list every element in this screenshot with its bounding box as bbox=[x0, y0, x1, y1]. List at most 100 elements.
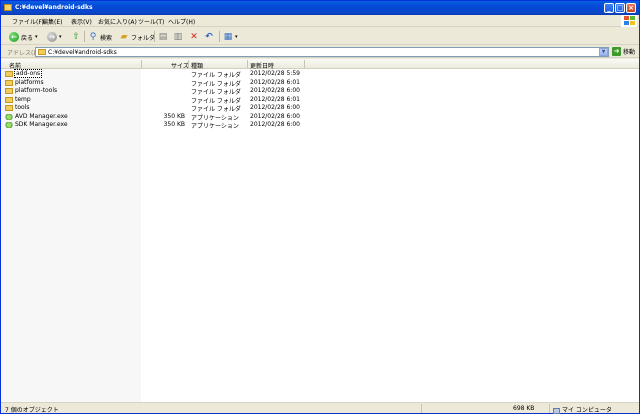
views-icon: ▦ bbox=[223, 32, 233, 42]
column-header: 名前 サイズ 種類 更新日時 bbox=[1, 59, 639, 70]
column-divider[interactable] bbox=[188, 60, 189, 68]
chevron-down-icon: ▾ bbox=[35, 34, 38, 40]
folder-icon bbox=[5, 71, 13, 77]
menu-edit[interactable]: 編集(E) bbox=[42, 17, 62, 26]
forward-button[interactable]: → ▾ bbox=[47, 31, 62, 43]
file-date: 2012/02/28 6:00 bbox=[250, 121, 300, 128]
column-name[interactable]: 名前 bbox=[9, 61, 21, 70]
file-row-tools[interactable]: tools ファイル フォルダ 2012/02/28 6:00 bbox=[1, 104, 311, 113]
file-date: 2012/02/28 6:01 bbox=[250, 95, 300, 103]
search-button[interactable]: ⚲ 検索 bbox=[88, 31, 112, 43]
folder-icon bbox=[5, 88, 13, 94]
copy-to-button[interactable]: ▥ bbox=[173, 31, 183, 43]
search-label: 検索 bbox=[100, 34, 113, 42]
menu-file[interactable]: ファイル(F) bbox=[12, 17, 44, 26]
status-divider bbox=[549, 404, 550, 413]
menu-favorites[interactable]: お気に入り(A) bbox=[98, 17, 137, 26]
file-date: 2012/02/28 6:00 bbox=[250, 87, 300, 94]
column-divider[interactable] bbox=[304, 60, 305, 68]
status-divider bbox=[421, 404, 422, 413]
go-button[interactable]: ➜ 移動 bbox=[612, 47, 635, 56]
undo-button[interactable]: ↶ bbox=[204, 31, 214, 43]
folder-icon bbox=[38, 49, 46, 55]
status-size: 698 KB bbox=[513, 405, 535, 412]
address-input[interactable]: C:¥devel¥android-sdks bbox=[35, 47, 609, 57]
back-arrow-icon: ← bbox=[9, 32, 19, 42]
file-list[interactable]: 名前 サイズ 種類 更新日時 add-ons ファイル フォルダ 2012/02… bbox=[1, 59, 639, 402]
forward-arrow-icon: → bbox=[47, 32, 57, 42]
file-size: 350 KB bbox=[163, 121, 185, 128]
explorer-window: C:¥devel¥android-sdks _ □ × ファイル(F) 編集(E… bbox=[0, 0, 640, 414]
column-divider[interactable] bbox=[141, 60, 142, 68]
status-bar: 7 個のオブジェクト 698 KB マイ コンピュータ bbox=[1, 402, 639, 414]
go-label: 移動 bbox=[623, 49, 636, 56]
status-location: マイ コンピュータ bbox=[553, 405, 612, 414]
move-to-button[interactable]: ▤ bbox=[158, 31, 168, 43]
folder-icon bbox=[4, 4, 12, 11]
file-type: アプリケーション bbox=[191, 123, 239, 130]
up-folder-icon: ⇧ bbox=[72, 32, 80, 42]
my-computer-icon bbox=[553, 407, 560, 414]
back-button[interactable]: ← 戻る ▾ bbox=[9, 31, 38, 43]
column-divider[interactable] bbox=[247, 60, 248, 68]
toolbar-separator bbox=[219, 31, 220, 42]
file-name: tools bbox=[15, 104, 30, 111]
file-row-temp[interactable]: temp ファイル フォルダ 2012/02/28 6:01 bbox=[1, 95, 311, 105]
file-date: 2012/02/28 6:00 bbox=[250, 112, 300, 120]
status-object-count: 7 個のオブジェクト bbox=[5, 407, 59, 414]
menu-help[interactable]: ヘルプ(H) bbox=[168, 17, 195, 26]
android-exe-icon bbox=[5, 122, 13, 128]
chevron-down-icon: ▾ bbox=[59, 34, 62, 40]
column-type[interactable]: 種類 bbox=[191, 61, 203, 70]
android-exe-icon bbox=[5, 113, 13, 120]
undo-icon: ↶ bbox=[205, 32, 213, 42]
menu-view[interactable]: 表示(V) bbox=[71, 17, 92, 26]
folder-icon bbox=[5, 79, 13, 86]
windows-logo-icon bbox=[621, 15, 637, 27]
toolbar-separator bbox=[154, 31, 155, 42]
back-label: 戻る bbox=[21, 34, 34, 42]
delete-button[interactable]: ✕ bbox=[189, 31, 199, 43]
address-bar: アドレス(D) C:¥devel¥android-sdks bbox=[1, 46, 639, 58]
file-row-platforms[interactable]: platforms ファイル フォルダ 2012/02/28 6:01 bbox=[1, 78, 311, 88]
folders-button[interactable]: ▰ フォルダ bbox=[119, 31, 155, 43]
address-path: C:¥devel¥android-sdks bbox=[48, 49, 117, 56]
standard-toolbar: ← 戻る ▾ → ▾ ⇧ ⚲ 検索 ▰ フォルダ ▤ ▥ ✕ ↶ ▦ ▾ bbox=[1, 28, 639, 45]
maximize-button[interactable]: □ bbox=[615, 3, 625, 13]
views-button[interactable]: ▦ ▾ bbox=[223, 31, 238, 43]
file-name: platforms bbox=[15, 78, 44, 86]
close-button[interactable]: × bbox=[626, 3, 636, 13]
file-row-add-ons[interactable]: add-ons ファイル フォルダ 2012/02/28 5:59 bbox=[1, 69, 311, 79]
status-location-label: マイ コンピュータ bbox=[562, 407, 612, 414]
delete-icon: ✕ bbox=[190, 32, 198, 42]
minimize-button[interactable]: _ bbox=[604, 3, 614, 13]
file-name: AVD Manager.exe bbox=[15, 112, 68, 120]
move-to-icon: ▤ bbox=[158, 32, 168, 42]
search-icon: ⚲ bbox=[89, 32, 97, 42]
title-bar[interactable]: C:¥devel¥android-sdks _ □ × bbox=[1, 1, 639, 15]
file-date: 2012/02/28 5:59 bbox=[250, 70, 300, 77]
window-title: C:¥devel¥android-sdks bbox=[15, 4, 93, 11]
toolbar-separator bbox=[84, 31, 85, 42]
menu-tools[interactable]: ツール(T) bbox=[138, 17, 164, 26]
file-date: 2012/02/28 6:00 bbox=[250, 104, 300, 111]
address-dropdown-button[interactable]: ▼ bbox=[599, 48, 608, 56]
folder-icon bbox=[5, 96, 13, 103]
folders-icon: ▰ bbox=[120, 32, 128, 42]
file-row-avd-manager[interactable]: AVD Manager.exe 350 KB アプリケーション 2012/02/… bbox=[1, 112, 311, 122]
file-name: platform-tools bbox=[15, 87, 58, 94]
go-arrow-icon: ➜ bbox=[612, 47, 621, 56]
column-size[interactable]: サイズ bbox=[171, 61, 189, 70]
folder-icon bbox=[5, 105, 13, 111]
file-row-sdk-manager[interactable]: SDK Manager.exe 350 KB アプリケーション 2012/02/… bbox=[1, 121, 311, 130]
chevron-down-icon: ▾ bbox=[235, 34, 238, 40]
file-row-platform-tools[interactable]: platform-tools ファイル フォルダ 2012/02/28 6:00 bbox=[1, 87, 311, 96]
copy-to-icon: ▥ bbox=[173, 32, 183, 42]
file-size: 350 KB bbox=[163, 112, 185, 120]
file-date: 2012/02/28 6:01 bbox=[250, 78, 300, 86]
folders-label: フォルダ bbox=[131, 34, 156, 42]
column-date[interactable]: 更新日時 bbox=[250, 61, 274, 70]
menu-bar: ファイル(F) 編集(E) 表示(V) お気に入り(A) ツール(T) ヘルプ(… bbox=[1, 15, 639, 27]
up-folder-button[interactable]: ⇧ bbox=[71, 31, 81, 43]
file-name: SDK Manager.exe bbox=[15, 121, 68, 128]
